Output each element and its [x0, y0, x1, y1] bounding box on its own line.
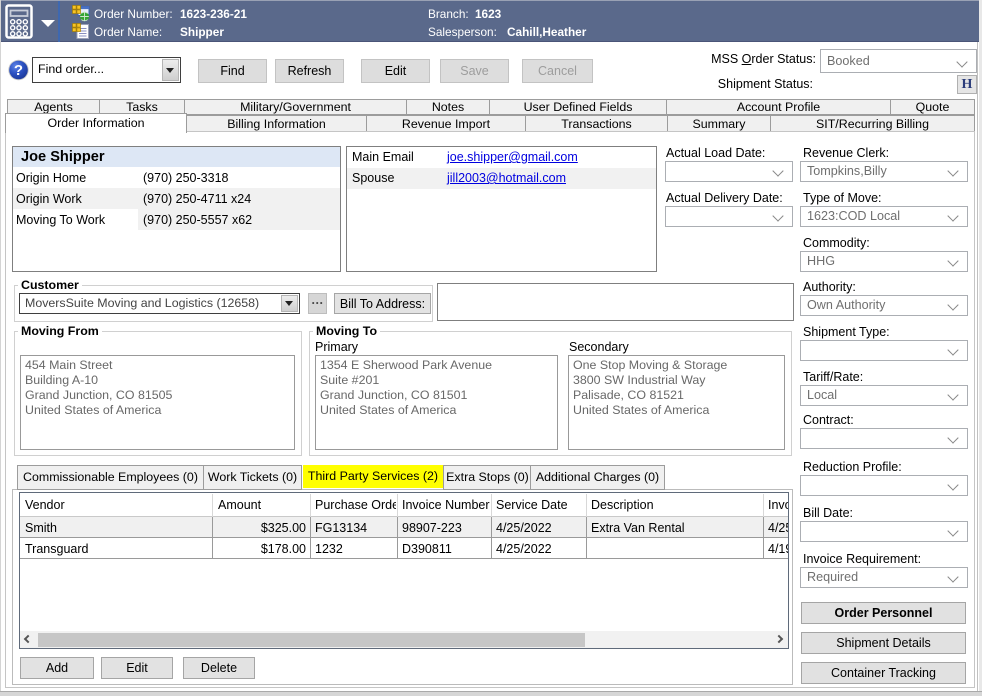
- svg-text:?: ?: [14, 62, 23, 79]
